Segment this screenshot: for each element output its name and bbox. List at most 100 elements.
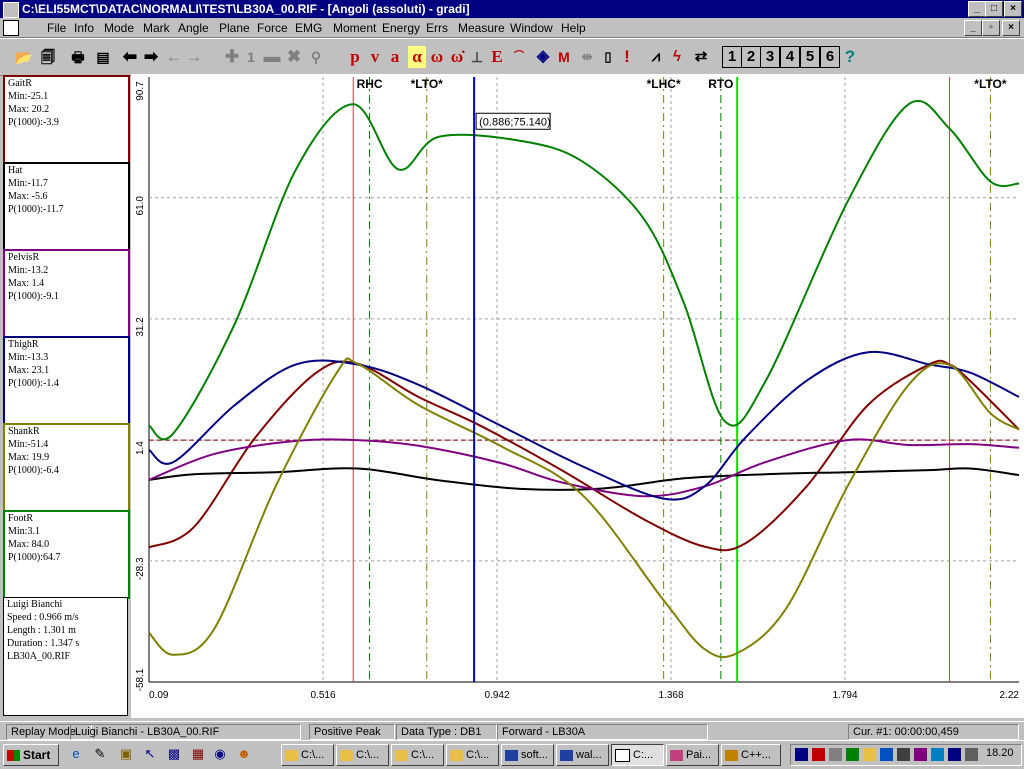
view-4-button[interactable]: 4	[780, 46, 800, 68]
menu-help[interactable]: Help	[561, 21, 586, 35]
tray-device-icon[interactable]	[897, 748, 910, 761]
menu-angle[interactable]: Angle	[178, 21, 209, 35]
open-file-icon[interactable]: 📂	[14, 46, 34, 68]
task-folder-4[interactable]: C:\...	[446, 744, 499, 766]
status-peak: Positive Peak	[309, 724, 395, 740]
task-folder-3[interactable]: C:\...	[391, 744, 444, 766]
velocity-button[interactable]: v	[367, 46, 383, 68]
eye-icon[interactable]: ◉	[212, 746, 228, 762]
notepad-icon[interactable]: ✎	[92, 746, 108, 762]
task-word-2[interactable]: wal...	[556, 744, 609, 766]
menu-errs[interactable]: Errs	[426, 21, 448, 35]
warning-icon[interactable]: !	[620, 46, 634, 68]
app-quick-icon[interactable]: ▩	[166, 746, 182, 762]
task-active-app[interactable]: C:...	[611, 744, 664, 766]
panel-p1000: P(1000):-9.1	[8, 291, 59, 302]
tray-task-icon[interactable]	[948, 748, 961, 761]
panel-pelvisr[interactable]: PelvisR Min:-13.2 Max: 1.4 P(1000):-9.1	[3, 249, 130, 338]
tray-globe-icon[interactable]	[880, 748, 893, 761]
phase-icon[interactable]: ⌒	[509, 46, 529, 68]
task-cpp[interactable]: C++...	[721, 744, 781, 766]
panel-min: Min:-13.3	[8, 352, 49, 363]
child-close-button[interactable]: ×	[1002, 20, 1020, 36]
menu-emg[interactable]: EMG	[295, 21, 322, 35]
arrow-left-disabled-icon: ←	[165, 47, 183, 66]
position-button[interactable]: p	[347, 46, 363, 68]
menu-info[interactable]: Info	[74, 21, 94, 35]
series-line-gaitr	[148, 359, 1020, 552]
tray-eye-icon[interactable]	[931, 748, 944, 761]
folder-quick-icon[interactable]: ▣	[118, 746, 134, 762]
taskbar: Start e ✎ ▣ ↖ ▩ ▦ ◉ ☻ C:\... C:\... C:\.…	[0, 740, 1024, 769]
app-icon[interactable]	[3, 2, 19, 18]
force-icon[interactable]: ⊥	[468, 46, 486, 68]
cursor-label: (0.886;75.140)	[479, 116, 551, 128]
grid-quick-icon[interactable]: ▦	[190, 746, 206, 762]
save-file-icon[interactable]: 🗐	[38, 46, 58, 68]
start-button[interactable]: Start	[3, 744, 59, 766]
menu-measure[interactable]: Measure	[458, 21, 505, 35]
y-tick-label: -28.3	[135, 557, 146, 580]
help-button[interactable]: ?	[842, 46, 858, 68]
arrow-right-icon[interactable]: ➡	[141, 46, 161, 68]
chart-svg[interactable]: 90.7 61.0 31.2 1.4 -28.3 -58.10.09 0.516 0.942 1…	[131, 74, 1024, 718]
task-word-1[interactable]: soft...	[501, 744, 554, 766]
angle-alpha-button[interactable]: α	[408, 46, 426, 68]
menu-mark[interactable]: Mark	[143, 21, 170, 35]
panel-thighr[interactable]: ThighR Min:-13.3 Max: 23.1 P(1000):-1.4	[3, 336, 130, 425]
panel-hat[interactable]: Hat Min:-11.7 Max: -5.6 P(1000):-11.7	[3, 162, 130, 251]
runner-icon[interactable]: ☻	[236, 746, 252, 762]
child-restore-button[interactable]: ▫	[982, 20, 1000, 36]
tray-folder-icon[interactable]	[863, 748, 876, 761]
view-5-button[interactable]: 5	[800, 46, 820, 68]
energy-icon[interactable]: E	[488, 46, 506, 68]
acceleration-button[interactable]: a	[387, 46, 403, 68]
menu-window[interactable]: Window	[510, 21, 553, 35]
minimize-button[interactable]: _	[968, 1, 986, 17]
cursor-icon[interactable]: ↖	[142, 746, 158, 762]
ie-icon[interactable]: e	[68, 746, 84, 762]
panel-footr[interactable]: FootR Min:3.1 Max: 84.0 P(1000):64.7	[3, 510, 130, 599]
waveform-icon[interactable]: ⩘	[645, 46, 667, 68]
maximize-button[interactable]: □	[985, 1, 1003, 17]
print-preview-icon[interactable]: ▤	[93, 46, 113, 68]
menu-energy[interactable]: Energy	[382, 21, 420, 35]
tray-alert-icon[interactable]	[812, 748, 825, 761]
tray-speaker-icon[interactable]	[965, 748, 978, 761]
menu-file[interactable]: File	[47, 21, 66, 35]
view-6-button[interactable]: 6	[820, 46, 840, 68]
view-1-button[interactable]: 1	[722, 46, 742, 68]
panel-min: Min:-11.7	[8, 178, 48, 189]
status-cursor: Cur. #1: 00:00:00,459	[848, 724, 1019, 740]
document-icon[interactable]	[3, 20, 19, 36]
menu-force[interactable]: Force	[257, 21, 288, 35]
close-button[interactable]: ×	[1004, 1, 1022, 17]
task-paint[interactable]: Pai...	[666, 744, 719, 766]
task-folder-1[interactable]: C:\...	[281, 744, 334, 766]
panel-gaitr[interactable]: GaitR Min:-25.1 Max: 20.2 P(1000):-3.9	[3, 75, 130, 164]
child-minimize-button[interactable]: _	[964, 20, 982, 36]
view-3-button[interactable]: 3	[760, 46, 780, 68]
menu-plane[interactable]: Plane	[219, 21, 250, 35]
angular-velocity-button[interactable]: ω	[428, 46, 446, 68]
task-folder-2[interactable]: C:\...	[336, 744, 389, 766]
event-label: *LTO*	[411, 77, 444, 91]
tray-shield-icon[interactable]	[795, 748, 808, 761]
lightning-icon[interactable]: ϟ	[668, 46, 686, 68]
view-2-button[interactable]: 2	[741, 46, 761, 68]
arrow-left-icon[interactable]: ⬅	[120, 46, 140, 68]
angle-chart[interactable]: 90.7 61.0 31.2 1.4 -28.3 -58.1 0.09 0.516 0.942 1…	[131, 74, 1024, 718]
swap-icon[interactable]: ⇄	[690, 46, 712, 68]
diamond-icon[interactable]: ◈	[533, 46, 553, 68]
tray-monitor-icon[interactable]	[829, 748, 842, 761]
print-icon[interactable]: 🖶	[68, 46, 88, 68]
menu-mode[interactable]: Mode	[104, 21, 134, 35]
tray-app-icon[interactable]	[914, 748, 927, 761]
panel-min: Min:3.1	[8, 526, 40, 537]
tray-network-icon[interactable]	[846, 748, 859, 761]
angular-acceleration-button[interactable]: ω̇	[448, 46, 466, 68]
m-button[interactable]: M	[556, 46, 572, 68]
menu-moment[interactable]: Moment	[333, 21, 376, 35]
panel-shankr[interactable]: ShankR Min:-51.4 Max: 19.9 P(1000):-6.4	[3, 423, 130, 512]
page-icon[interactable]: ▯	[600, 46, 616, 68]
